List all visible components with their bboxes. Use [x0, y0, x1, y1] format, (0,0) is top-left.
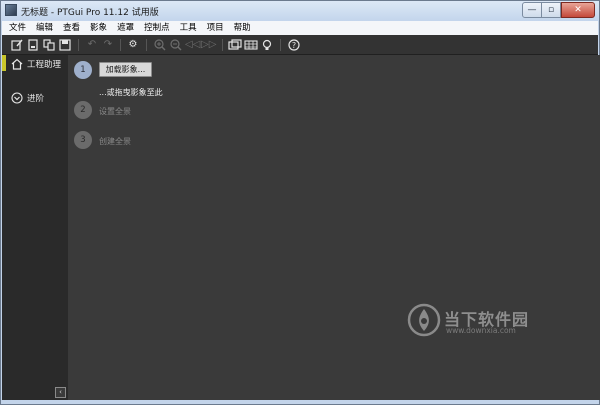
collapse-sidebar-button[interactable]: ‹: [55, 387, 66, 398]
home-icon: [11, 58, 23, 70]
undo-icon[interactable]: ↶: [85, 38, 99, 52]
svg-text:?: ?: [292, 41, 296, 50]
step-1-badge: 1: [74, 61, 92, 79]
active-indicator: [2, 55, 6, 71]
menu-images[interactable]: 影象: [90, 21, 107, 35]
title-bar: 无标题 - PTGui Pro 11.12 试用版 — ▫ ✕: [1, 1, 599, 21]
help-icon[interactable]: ?: [287, 38, 301, 52]
sidebar-item-project-assistant[interactable]: 工程助理: [11, 58, 61, 70]
zoom-out-icon[interactable]: [169, 38, 183, 52]
watermark-logo: [407, 303, 441, 337]
minimize-button[interactable]: —: [522, 2, 542, 18]
step-2-label: 设置全景: [99, 107, 131, 116]
save-icon[interactable]: [58, 38, 72, 52]
menu-tools[interactable]: 工具: [180, 21, 197, 35]
menu-edit[interactable]: 编辑: [36, 21, 53, 35]
app-icon: [5, 4, 17, 16]
lightbulb-icon[interactable]: [260, 38, 274, 52]
watermark-url: www.downxia.com: [446, 326, 516, 335]
close-button[interactable]: ✕: [561, 2, 595, 18]
drag-drop-hint: ...或拖曳影象至此: [99, 88, 163, 97]
open-recent-icon[interactable]: [42, 38, 56, 52]
app-window: 无标题 - PTGui Pro 11.12 试用版 — ▫ ✕ 文件 编辑 查看…: [0, 0, 600, 405]
load-images-button[interactable]: 加载影象...: [99, 62, 152, 77]
menu-project[interactable]: 项目: [207, 21, 224, 35]
toolbar: ↶ ↷ ⚙ ◁◁ ▷▷ ?: [2, 35, 598, 55]
sidebar-item-advanced[interactable]: 进阶: [11, 92, 44, 104]
toolbar-separator: [78, 39, 79, 51]
step-2-badge: 2: [74, 101, 92, 119]
sidebar-item-label: 进阶: [27, 94, 45, 104]
next-image-icon[interactable]: ▷▷: [201, 38, 216, 52]
menu-view[interactable]: 查看: [63, 21, 80, 35]
menu-mask[interactable]: 遮罩: [117, 21, 134, 35]
menu-control-points[interactable]: 控制点: [144, 21, 170, 35]
prev-image-icon[interactable]: ◁◁: [185, 38, 200, 52]
project-assistant-panel: 1 加载影象... ...或拖曳影象至此 2 设置全景 3 创建全景: [68, 55, 600, 400]
step-3-label: 创建全景: [99, 137, 131, 146]
menu-help[interactable]: 帮助: [234, 21, 251, 35]
sidebar: 工程助理 进阶 ‹: [2, 55, 68, 400]
toolbar-separator: [280, 39, 281, 51]
toolbar-separator: [222, 39, 223, 51]
chevron-down-circle-icon: [11, 92, 23, 104]
maximize-button[interactable]: ▫: [541, 2, 561, 18]
open-project-icon[interactable]: [26, 38, 40, 52]
zoom-in-icon[interactable]: [153, 38, 167, 52]
table-view-icon[interactable]: [244, 38, 258, 52]
panorama-editor-icon[interactable]: [228, 38, 242, 52]
new-project-icon[interactable]: [10, 38, 24, 52]
toolbar-separator: [146, 39, 147, 51]
settings-icon[interactable]: ⚙: [126, 38, 140, 52]
sidebar-item-label: 工程助理: [27, 60, 62, 70]
menu-bar: 文件 编辑 查看 影象 遮罩 控制点 工具 项目 帮助: [2, 21, 598, 35]
menu-file[interactable]: 文件: [9, 21, 26, 35]
toolbar-separator: [120, 39, 121, 51]
window-title: 无标题 - PTGui Pro 11.12 试用版: [21, 8, 159, 18]
redo-icon[interactable]: ↷: [101, 38, 115, 52]
step-3-badge: 3: [74, 131, 92, 149]
